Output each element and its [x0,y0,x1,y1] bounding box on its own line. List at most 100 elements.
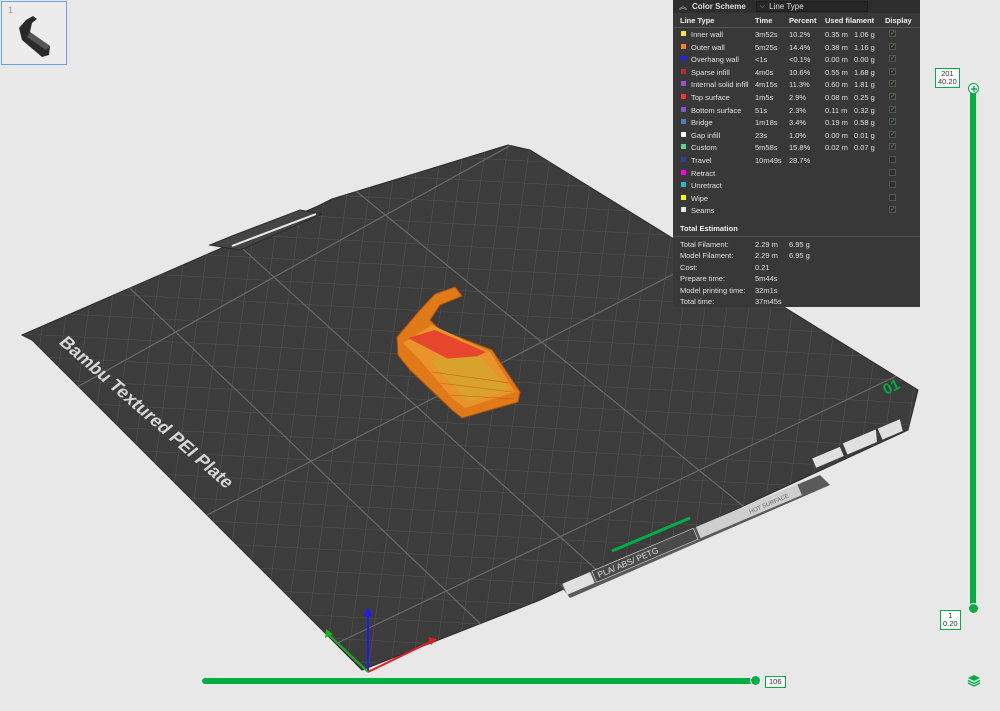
display-checkbox[interactable] [889,181,896,189]
estimation-label: Prepare time: [680,274,726,284]
legend-row[interactable]: Top surface 1m5s 2.9% 0.08 m 0.25 g ✓ [673,91,920,104]
display-checkbox[interactable]: ✓ [889,67,896,75]
line-type-name: Top surface [691,92,730,102]
display-checkbox[interactable]: ✓ [889,55,896,63]
line-type-length: 0.55 m [825,67,848,77]
line-type-name: Bridge [691,118,713,128]
estimation-value: 32m1s [755,285,778,295]
legend-row[interactable]: Bridge 1m18s 3.4% 0.19 m 0.58 g ✓ [673,116,920,129]
layer-bottom-label: 1 0.20 [940,610,961,630]
legend-row[interactable]: Inner wall 3m52s 10.2% 0.35 m 1.06 g ✓ [673,28,920,41]
col-percent: Percent [789,16,817,25]
layer-slider-track[interactable] [970,88,976,610]
line-type-length: 0.00 m [825,130,848,140]
legend-row[interactable]: Travel 10m49s 28.7% [673,154,920,167]
plate-thumbnail[interactable]: 1 [1,1,67,65]
display-checkbox[interactable]: ✓ [889,118,896,126]
line-type-swatch [681,182,686,188]
display-checkbox[interactable]: ✓ [889,42,896,50]
line-type-percent: 15.8% [789,143,811,153]
line-type-swatch [681,106,686,112]
line-type-name: Bottom surface [691,105,742,115]
line-type-percent: 28.7% [789,155,811,165]
legend-row[interactable]: Gap infill 23s 1.0% 0.00 m 0.01 g ✓ [673,129,920,142]
estimation-row: Prepare time: 5m44s [673,272,920,284]
display-checkbox[interactable] [889,155,896,163]
legend-row[interactable]: Custom 5m58s 15.8% 0.02 m 0.07 g ✓ [673,141,920,154]
layer-bottom-handle[interactable] [968,603,979,614]
estimation-value: 5m44s [755,274,778,284]
display-checkbox[interactable]: ✓ [889,143,896,151]
display-checkbox[interactable]: ✓ [889,92,896,100]
line-type-name: Unretract [691,181,722,191]
line-type-time: <1s [755,55,768,65]
line-type-name: Inner wall [691,30,724,39]
line-type-swatch [681,131,686,137]
display-checkbox[interactable]: ✓ [889,105,896,113]
legend-row[interactable]: Unretract [673,179,920,192]
estimation-value: 2.29 m [755,251,778,261]
line-type-percent: 1.0% [789,130,807,140]
line-type-weight: 1.16 g [854,42,875,52]
layer-top-height: 40.20 [938,77,957,86]
line-type-swatch [681,119,686,125]
line-type-weight: 0.01 g [854,130,875,140]
line-type-swatch [681,43,686,49]
line-type-name: Gap infill [691,130,721,140]
line-type-swatch [681,194,686,200]
legend-row[interactable]: Internal solid infill 4m15s 11.3% 0.60 m 1.8… [673,78,920,91]
legend-row[interactable]: Bottom surface 51s 2.3% 0.11 m 0.32 g ✓ [673,104,920,117]
col-used-filament: Used filament [825,16,875,25]
legend-column-headers: Line Type Time Percent Used filament Dis… [673,13,920,28]
display-checkbox[interactable] [889,168,896,176]
display-checkbox[interactable] [889,193,896,201]
estimation-row: Cost: 0.21 [673,261,920,273]
legend-row[interactable]: Wipe [673,192,920,205]
line-type-swatch [681,68,686,74]
line-type-weight: 0.32 g [854,105,875,115]
line-type-name: Custom [691,143,717,153]
move-slider-handle[interactable] [750,675,761,686]
display-checkbox[interactable]: ✓ [889,130,896,138]
line-type-swatch [681,93,686,99]
legend-row[interactable]: Retract [673,167,920,180]
line-type-swatch [681,144,686,150]
color-scheme-select[interactable]: ⌵ Line Type [755,1,868,12]
layer-bottom-height: 0.20 [943,619,958,628]
line-type-percent: 11.3% [789,80,810,90]
estimation-label: Total time: [680,297,715,307]
color-scheme-title: Color Scheme [692,2,746,11]
line-type-length: 0.60 m [825,80,848,90]
collapse-chevron-icon[interactable]: ︽ [679,1,687,12]
display-checkbox[interactable]: ✓ [889,80,896,88]
line-type-name: Overhang wall [691,55,739,65]
layer-top-handle[interactable] [968,83,979,94]
legend-row[interactable]: Overhang wall <1s <0.1% 0.00 m 0.00 g ✓ [673,53,920,66]
line-type-weight: 1.68 g [854,67,875,77]
line-type-percent: 3.4% [789,118,807,128]
estimation-row: Total time: 37m45s [673,295,920,307]
legend-row[interactable]: Outer wall 5m25s 14.4% 0.38 m 1.16 g ✓ [673,41,920,54]
estimation-label: Total Filament: [680,239,729,249]
line-type-swatch [681,31,686,36]
line-type-swatch [681,169,686,175]
line-type-percent: 10.2% [789,30,811,39]
col-line-type: Line Type [680,16,715,25]
line-type-swatch [681,56,686,62]
chevron-down-icon: ⌵ [759,2,766,10]
legend-row[interactable]: Sparse infill 4m0s 10.6% 0.55 m 1.68 g ✓ [673,66,920,79]
line-type-time: 5m25s [755,42,778,52]
display-checkbox[interactable]: ✓ [889,206,896,214]
legend-row[interactable]: Seams ✓ [673,204,920,217]
line-type-name: Wipe [691,193,709,203]
line-type-time: 51s [755,105,768,115]
plus-icon [970,85,977,92]
move-slider-track[interactable] [202,678,758,684]
line-type-swatch [681,156,686,162]
layers-icon[interactable] [967,674,981,688]
estimation-value: 0.21 [755,262,770,272]
color-scheme-header[interactable]: ︽ Color Scheme ⌵ Line Type [673,0,920,13]
line-type-time: 1m18s [755,118,778,128]
display-checkbox[interactable]: ✓ [889,30,896,37]
estimation-label: Model Filament: [680,251,734,261]
